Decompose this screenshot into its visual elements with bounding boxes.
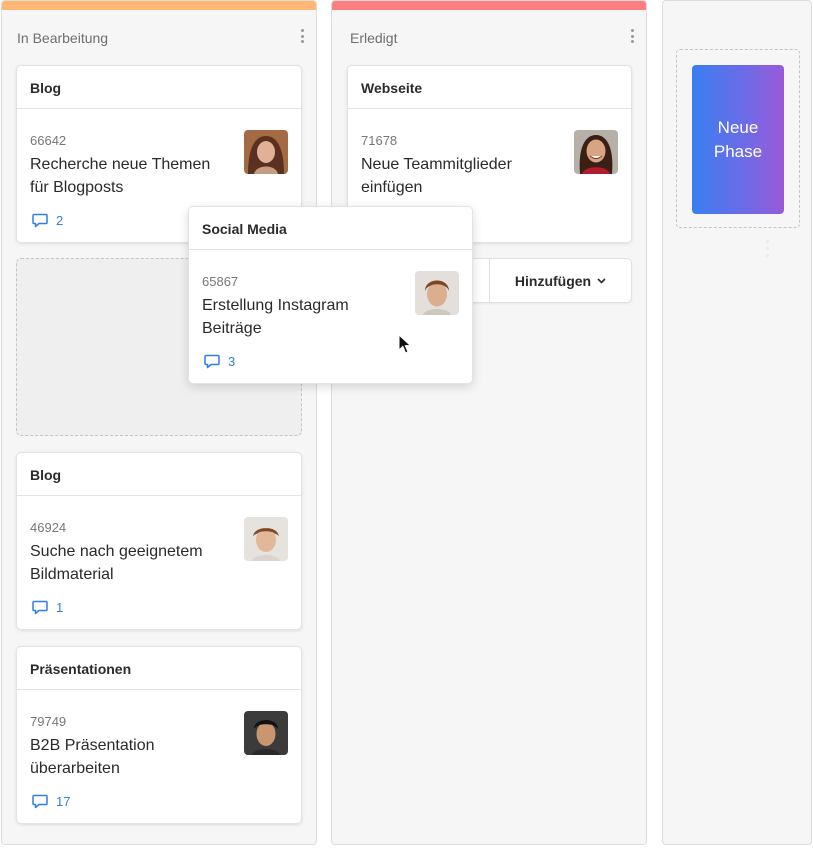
avatar: [415, 271, 459, 315]
new-phase-label: Neue Phase: [713, 117, 763, 161]
card-id: 71678: [361, 133, 398, 148]
task-card-dragging[interactable]: Social Media 65867 Erstellung Instagram …: [188, 206, 473, 384]
column-color-bar: [2, 1, 316, 10]
avatar: [244, 517, 288, 561]
comment-count-value: 1: [56, 600, 64, 615]
column-title: In Bearbeitung: [17, 30, 109, 46]
card-title: Suche nach geeignetem Bildmaterial: [30, 543, 203, 583]
comment-icon: [32, 794, 48, 809]
mouse-pointer-icon: [398, 334, 412, 354]
comment-icon: [32, 600, 48, 615]
add-button[interactable]: Hinzufügen: [489, 259, 631, 302]
card-category: Blog: [17, 66, 301, 109]
card-title: Erstellung Instagram Beiträge: [202, 297, 349, 337]
add-button-label: Hinzufügen: [514, 272, 592, 289]
avatar: [574, 130, 618, 174]
comment-count-value: 2: [56, 213, 64, 228]
task-card[interactable]: Präsentationen 79749 B2B Präsentation üb…: [16, 646, 302, 824]
card-category: Präsentationen: [17, 647, 301, 690]
comment-count[interactable]: 3: [204, 354, 235, 369]
avatar: [244, 130, 288, 174]
comment-count-value: 17: [56, 794, 71, 809]
card-id: 66642: [30, 133, 67, 148]
card-id: 79749: [30, 714, 67, 729]
card-id: 46924: [30, 520, 67, 535]
card-title: Neue Teammitglieder einfügen: [361, 156, 512, 196]
card-title: Recherche neue Themen für Blogposts: [30, 156, 211, 196]
kebab-menu-icon[interactable]: [300, 29, 304, 43]
card-category: Blog: [17, 453, 301, 496]
comment-count[interactable]: 17: [32, 794, 70, 809]
column-color-bar: [332, 1, 646, 10]
drag-handle-icon: [766, 240, 769, 261]
comment-count-value: 3: [228, 354, 236, 369]
card-title: B2B Präsentation überarbeiten: [30, 737, 155, 777]
comment-icon: [204, 354, 220, 369]
card-category: Social Media: [189, 207, 472, 250]
comment-count[interactable]: 1: [32, 600, 63, 615]
card-id: 65867: [202, 274, 239, 289]
new-phase-button[interactable]: Neue Phase: [692, 65, 784, 214]
column-title: Erledigt: [350, 30, 398, 46]
kebab-menu-icon[interactable]: [630, 29, 634, 43]
comment-icon: [32, 213, 48, 228]
avatar: [244, 711, 288, 755]
task-card[interactable]: Blog 46924 Suche nach geeignetem Bildmat…: [16, 452, 302, 630]
chevron-down-icon: [597, 277, 606, 284]
card-category: Webseite: [348, 66, 631, 109]
comment-count[interactable]: 2: [32, 213, 63, 228]
